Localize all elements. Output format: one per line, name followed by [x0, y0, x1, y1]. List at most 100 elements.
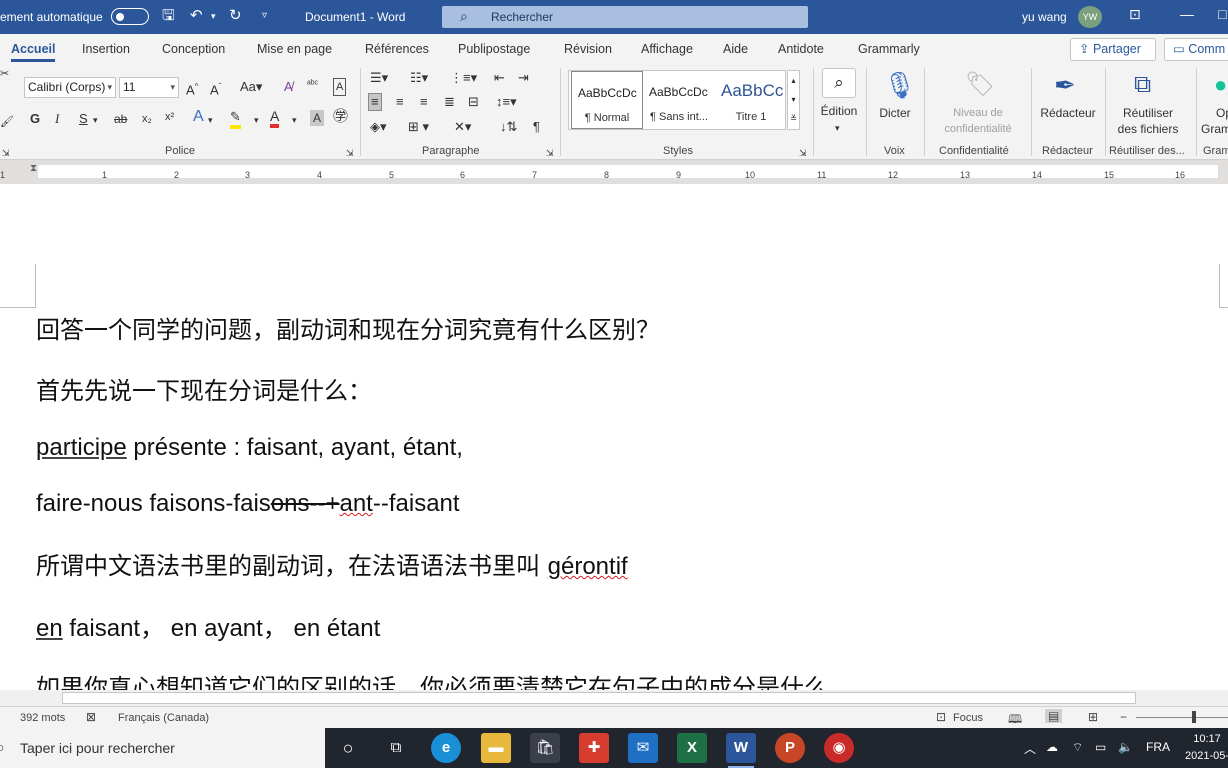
- tab-publipostage[interactable]: Publipostage: [458, 42, 530, 56]
- word-count[interactable]: 392 mots: [20, 712, 65, 724]
- task-view-icon[interactable]: ⧉: [381, 733, 411, 763]
- system-clock[interactable]: 10:17 2021-05-: [1182, 731, 1228, 765]
- redo-icon[interactable]: ↻: [229, 7, 242, 25]
- reuse-files-icon[interactable]: ⧉: [1134, 70, 1151, 100]
- reuse-label-1[interactable]: Réutiliser: [1110, 105, 1186, 121]
- tab-mise-en-page[interactable]: Mise en page: [257, 42, 332, 56]
- paragraph[interactable]: faire-nous faisons-faisons--+ant--faisan…: [36, 490, 460, 518]
- tab-conception[interactable]: Conception: [162, 42, 225, 56]
- horizontal-scrollbar[interactable]: [0, 690, 1228, 706]
- onedrive-icon[interactable]: ☁: [1046, 740, 1058, 754]
- distributed-icon[interactable]: ⊟: [468, 94, 479, 110]
- clear-formatting-icon[interactable]: A̸: [284, 79, 293, 95]
- strikethrough-icon[interactable]: ab: [114, 111, 127, 127]
- italic-icon[interactable]: I: [55, 111, 59, 127]
- multilevel-list-icon[interactable]: ⋮≡▾: [450, 70, 477, 86]
- borders-icon[interactable]: ⊞ ▾: [408, 119, 429, 135]
- numbering-icon[interactable]: ☷▾: [410, 70, 428, 86]
- grow-font-icon[interactable]: A^: [186, 79, 198, 98]
- powerpoint-icon[interactable]: P: [775, 733, 805, 763]
- enclose-characters-icon[interactable]: ㊫: [333, 109, 348, 125]
- tab-affichage[interactable]: Affichage: [641, 42, 693, 56]
- styles-dialog-launcher-icon[interactable]: ⇲: [799, 145, 807, 161]
- paragraph-dialog-launcher-icon[interactable]: ⇲: [546, 145, 554, 161]
- tab-insertion[interactable]: Insertion: [82, 42, 130, 56]
- input-language[interactable]: FRA: [1146, 740, 1170, 754]
- tab-grammarly[interactable]: Grammarly: [858, 42, 920, 56]
- edition-label[interactable]: Édition: [818, 103, 860, 119]
- character-shading-icon[interactable]: A: [310, 110, 325, 126]
- shrink-font-icon[interactable]: Aˇ: [210, 79, 221, 98]
- phonetic-guide-icon[interactable]: ᵃᵇᶜ: [307, 77, 318, 93]
- minimize-icon[interactable]: —: [1180, 6, 1194, 22]
- bullets-icon[interactable]: ☰▾: [370, 70, 388, 86]
- reuse-label-2[interactable]: des fichiers: [1110, 121, 1186, 137]
- proofing-icon[interactable]: ⊠: [86, 710, 96, 724]
- file-explorer-icon[interactable]: ▬: [481, 733, 511, 763]
- tab-antidote[interactable]: Antidote: [778, 42, 824, 56]
- grammarly-label[interactable]: Op: [1216, 105, 1228, 121]
- clipboard-dialog-launcher-icon[interactable]: ⇲: [2, 145, 10, 161]
- user-name[interactable]: yu wang: [1022, 10, 1067, 24]
- paragraph[interactable]: 如果你真心想知道它们的区别的话，你必须要清楚它在句子中的成分是什么: [36, 668, 828, 690]
- asian-layout-icon[interactable]: ✕▾: [454, 119, 471, 135]
- zoom-slider-thumb[interactable]: [1192, 711, 1196, 723]
- superscript-icon[interactable]: x²: [165, 109, 174, 125]
- horizontal-ruler[interactable]: ⧗ 1 1 2 3 4 5 6 7 8 9 10 11 12 13 14 15 …: [0, 160, 1228, 184]
- focus-label[interactable]: Focus: [953, 712, 983, 724]
- font-dialog-launcher-icon[interactable]: ⇲: [346, 145, 354, 161]
- text-effects-dropdown-icon[interactable]: ▾: [208, 112, 213, 128]
- tab-aide[interactable]: Aide: [723, 42, 748, 56]
- search-icon[interactable]: ⌕: [822, 68, 856, 98]
- zoom-out-icon[interactable]: −: [1120, 710, 1127, 724]
- paragraph[interactable]: participe présente : faisant, ayant, éta…: [36, 434, 463, 462]
- tab-accueil[interactable]: Accueil: [11, 42, 56, 62]
- language-status[interactable]: Français (Canada): [118, 712, 209, 724]
- tab-revision[interactable]: Révision: [564, 42, 612, 56]
- wifi-icon[interactable]: ⌔: [1072, 740, 1083, 755]
- show-formatting-marks-icon[interactable]: ¶: [533, 119, 540, 135]
- change-case-icon[interactable]: Aa▾: [240, 79, 262, 95]
- paragraph[interactable]: en faisant， en ayant， en étant: [36, 608, 380, 643]
- justify-icon[interactable]: ≣: [444, 94, 455, 110]
- battery-icon[interactable]: ▭: [1095, 740, 1106, 754]
- redacteur-label[interactable]: Rédacteur: [1036, 105, 1100, 121]
- undo-icon[interactable]: ↶: [190, 7, 203, 25]
- edge-icon[interactable]: e: [431, 733, 461, 763]
- chevron-down-icon[interactable]: ▾: [835, 120, 840, 136]
- volume-icon[interactable]: 🔈: [1118, 740, 1133, 754]
- text-effects-icon[interactable]: A: [193, 109, 204, 125]
- more-styles-icon[interactable]: ≚: [788, 109, 799, 128]
- paragraph[interactable]: 首先先说一下现在分词是什么：: [36, 371, 372, 406]
- clipboard-cut-icon[interactable]: ✂: [0, 66, 9, 82]
- highlight-icon[interactable]: ✎: [230, 109, 241, 129]
- grammarly-label-2[interactable]: Gram: [1201, 121, 1228, 137]
- autosave-toggle[interactable]: [111, 8, 149, 25]
- microphone-icon[interactable]: 🎙: [883, 70, 916, 100]
- sort-icon[interactable]: ↓⇅: [500, 119, 517, 135]
- word-icon[interactable]: W: [726, 733, 756, 768]
- mail-icon[interactable]: ✉: [628, 733, 658, 763]
- font-color-icon[interactable]: A: [270, 108, 280, 128]
- styles-scroll[interactable]: ▴ ▾ ≚: [787, 70, 800, 130]
- decrease-indent-icon[interactable]: ⇤: [494, 70, 505, 86]
- indent-marker-icon[interactable]: ⧗: [30, 163, 37, 174]
- align-left-icon[interactable]: ≡: [368, 93, 382, 111]
- dictate-label[interactable]: Dicter: [874, 105, 916, 121]
- bold-icon[interactable]: G: [30, 111, 40, 127]
- print-layout-icon[interactable]: ▤: [1045, 709, 1063, 723]
- taskbar-search[interactable]: ○ Taper ici pour rechercher: [0, 728, 325, 768]
- style-heading-1[interactable]: AaBbCc Titre 1: [715, 71, 787, 129]
- align-right-icon[interactable]: ≡: [420, 94, 428, 110]
- customize-qat-icon[interactable]: ▿: [262, 7, 267, 25]
- save-icon[interactable]: 🖫: [162, 7, 175, 25]
- maximize-icon[interactable]: □: [1218, 6, 1226, 22]
- character-border-icon[interactable]: A: [333, 78, 347, 96]
- cortana-icon[interactable]: ○: [333, 733, 363, 763]
- font-size-dropdown[interactable]: 11 ▾: [119, 77, 179, 98]
- paragraph[interactable]: 所谓中文语法书里的副动词，在法语语法书里叫 gérontif: [36, 546, 628, 581]
- style-normal[interactable]: AaBbCcDc ¶ Normal: [571, 71, 643, 129]
- undo-dropdown-icon[interactable]: ▾: [211, 7, 216, 25]
- font-name-dropdown[interactable]: Calibri (Corps) ▾: [24, 77, 116, 98]
- underline-icon[interactable]: S: [79, 111, 88, 127]
